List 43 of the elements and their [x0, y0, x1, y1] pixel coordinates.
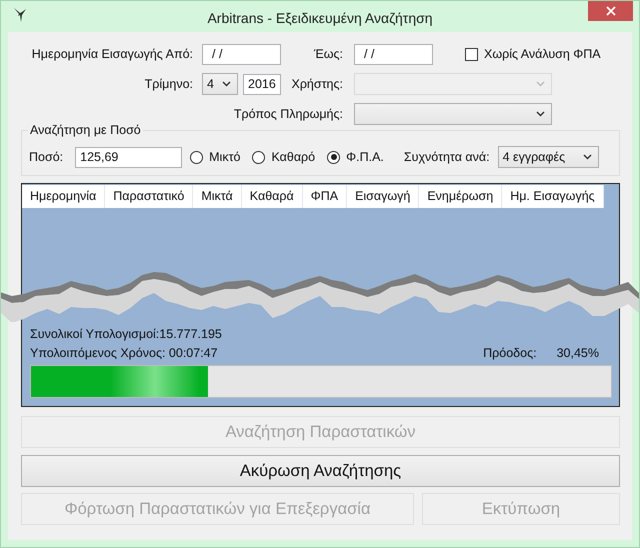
field-label: Χρήστης: — [290, 77, 343, 91]
column-header[interactable]: Καθαρά — [242, 185, 303, 208]
column-header[interactable]: Ημ. Εισαγωγής — [502, 185, 604, 208]
field-label: Ημερομηνία Εισαγωγής Από: — [30, 47, 193, 61]
radio-button[interactable] — [327, 150, 340, 164]
progress-percent: 30,45% — [556, 346, 599, 360]
chevron-down-icon — [582, 154, 592, 160]
chevron-down-icon — [222, 81, 231, 87]
column-header[interactable]: Ημερομηνία — [22, 185, 106, 208]
column-header[interactable]: ΦΠΑ — [302, 185, 348, 208]
field-label: Ποσό: — [29, 150, 64, 164]
action-button[interactable]: Ακύρωση Αναζήτησης — [21, 455, 620, 487]
close-icon — [606, 6, 616, 16]
column-header[interactable]: Μικτά — [193, 185, 242, 208]
column-header[interactable]: Ενημέρωση — [419, 185, 502, 208]
progress-label: Πρόοδος: — [483, 346, 537, 360]
group-title: Αναζήτηση με Ποσό — [28, 123, 143, 137]
checkbox[interactable] — [465, 48, 478, 60]
frequency-dropdown[interactable]: 4 εγγραφές — [498, 146, 599, 168]
field-label: Τρίμηνο: — [144, 77, 193, 91]
radio-button[interactable] — [252, 150, 266, 164]
date-to-field[interactable]: / / — [354, 44, 433, 64]
column-header[interactable]: Παραστατικό — [105, 185, 194, 208]
field-label: Έως: — [312, 47, 343, 61]
checkbox-label: Χωρίς Ανάλυση ΦΠΑ — [484, 47, 601, 61]
radio-label: Καθαρό — [271, 150, 316, 164]
close-button[interactable] — [588, 1, 633, 21]
date-from-field[interactable]: / / — [202, 44, 281, 64]
bird-icon — [13, 7, 27, 23]
year-field[interactable]: 2016 — [243, 74, 281, 94]
totals-text: Συνολικοί Υπολογισμοί:15.777.195 — [30, 327, 223, 341]
chevron-down-icon — [536, 111, 545, 117]
field-label: Συχνότητα ανά: — [404, 150, 490, 164]
amount-field[interactable]: 125,69 — [75, 146, 182, 168]
radio-label: Μικτό — [209, 150, 240, 164]
chevron-down-icon — [536, 81, 545, 87]
quarter-dropdown[interactable]: 4 — [202, 73, 238, 95]
radio-label: Φ.Π.Α. — [346, 150, 384, 164]
window-title: Arbitrans - Εξειδικευμένη Αναζήτηση — [207, 8, 433, 26]
remaining-time-text: Υπολοιπόμενος Χρόνος: 00:07:47 — [30, 346, 218, 360]
field-label: Τρόπος Πληρωμής: — [232, 107, 343, 121]
radio-button[interactable] — [190, 150, 204, 164]
column-header[interactable]: Εισαγωγή — [347, 185, 420, 208]
